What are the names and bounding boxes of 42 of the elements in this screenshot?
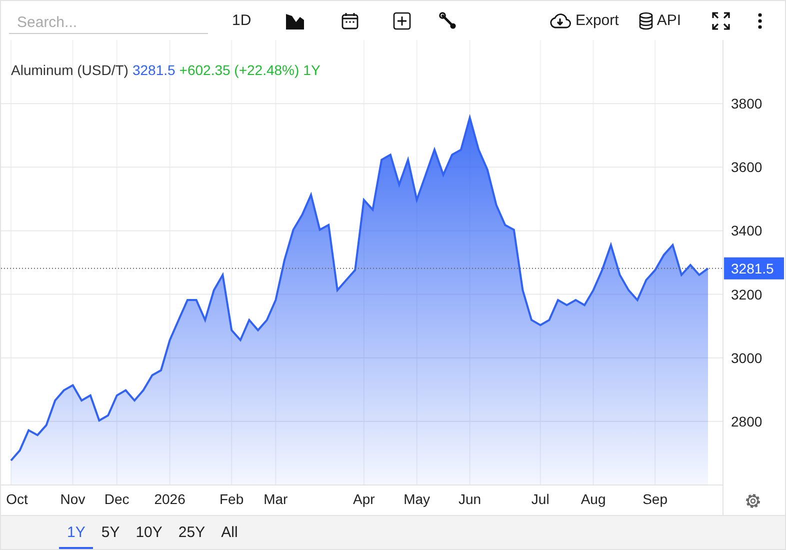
ref-line-label: 3281.5 <box>731 260 774 276</box>
x-axis-label: Aug <box>580 491 606 507</box>
database-icon <box>638 12 653 30</box>
y-axis-label: 2800 <box>731 413 762 430</box>
x-axis-label: May <box>404 491 430 507</box>
legend-change: +602.35 (+22.48%) <box>179 62 300 78</box>
wrench-icon[interactable] <box>439 12 458 30</box>
y-axis-label: 3600 <box>731 159 762 176</box>
area-chart-icon[interactable] <box>285 12 306 30</box>
export-button[interactable]: Export <box>545 8 623 33</box>
x-axis-label: Dec <box>104 491 130 507</box>
y-axis-label: 3000 <box>731 350 762 366</box>
y-axis-label: 3400 <box>731 222 762 239</box>
settings-icon[interactable] <box>746 494 760 508</box>
calendar-icon[interactable] <box>341 12 360 30</box>
x-axis-label: Jun <box>458 491 482 507</box>
x-axis-label: Mar <box>264 491 288 507</box>
range-tab[interactable]: 5Y <box>93 516 128 549</box>
api-button[interactable]: API <box>634 8 685 34</box>
x-axis-label: Apr <box>353 491 375 507</box>
range-tab[interactable]: All <box>213 516 246 549</box>
x-axis-label: 2026 <box>154 491 186 507</box>
y-axis-label: 3800 <box>731 96 762 112</box>
x-axis-label: Jul <box>531 491 550 507</box>
add-icon[interactable] <box>393 12 412 30</box>
x-axis-label: Oct <box>6 491 28 507</box>
fullscreen-icon[interactable] <box>711 10 731 30</box>
range-tab[interactable]: 25Y <box>170 516 214 549</box>
legend-price: 3281.5 <box>132 62 176 78</box>
range-tab[interactable]: 10Y <box>128 516 170 549</box>
legend-period: 1Y <box>303 62 320 78</box>
range-tab[interactable]: 1Y <box>59 516 94 549</box>
x-axis-label: Feb <box>220 491 244 507</box>
more-options-icon[interactable] <box>757 12 763 30</box>
legend-name: Aluminum (USD/T) <box>11 62 128 78</box>
y-axis-label: 3200 <box>731 286 762 302</box>
search-field[interactable]: Search... <box>9 8 208 34</box>
last-value-badge: 3281.5 <box>724 257 784 280</box>
x-axis-label: Sep <box>642 491 668 507</box>
x-axis-label: Nov <box>60 491 86 507</box>
cloud-download-icon <box>549 12 572 28</box>
interval-button[interactable]: 1D <box>228 8 256 33</box>
